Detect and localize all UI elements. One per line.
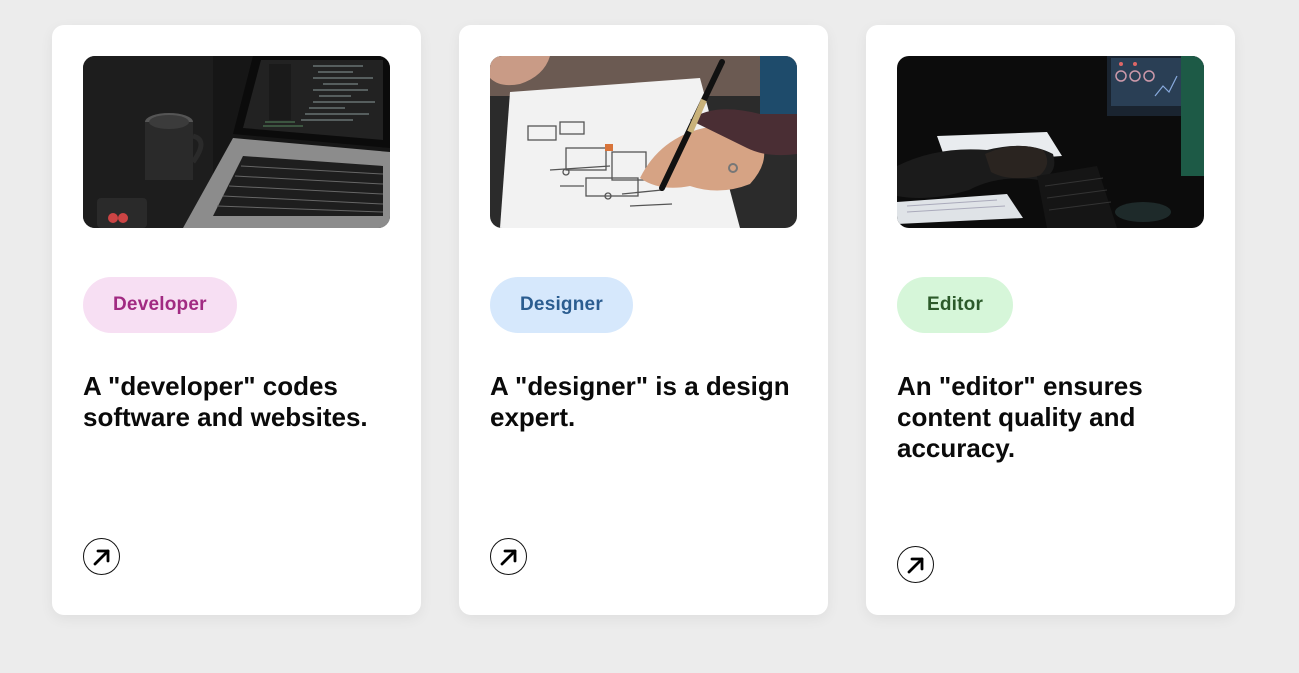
editor-badge: Editor (897, 277, 1014, 333)
designer-image (490, 56, 797, 228)
designer-card[interactable]: Designer A "designer" is a design expert… (459, 25, 828, 615)
arrow-up-right-icon (93, 549, 109, 565)
editor-description: An "editor" ensures content quality and … (897, 371, 1143, 463)
developer-card[interactable]: Developer A "developer" codes software a… (52, 25, 421, 615)
designer-badge: Designer (490, 277, 633, 333)
arrow-up-right-icon (500, 549, 516, 565)
developer-image (83, 56, 390, 228)
designer-link-button[interactable] (490, 538, 527, 575)
developer-link-button[interactable] (83, 538, 120, 575)
designer-description: A "designer" is a design expert. (490, 371, 790, 432)
arrow-up-right-icon (907, 557, 923, 573)
editor-image (897, 56, 1204, 228)
editor-link-button[interactable] (897, 546, 934, 583)
developer-description: A "developer" codes software and website… (83, 371, 368, 432)
developer-badge: Developer (83, 277, 237, 333)
card-grid: Developer A "developer" codes software a… (0, 0, 1299, 673)
editor-card[interactable]: Editor An "editor" ensures content quali… (866, 25, 1235, 615)
